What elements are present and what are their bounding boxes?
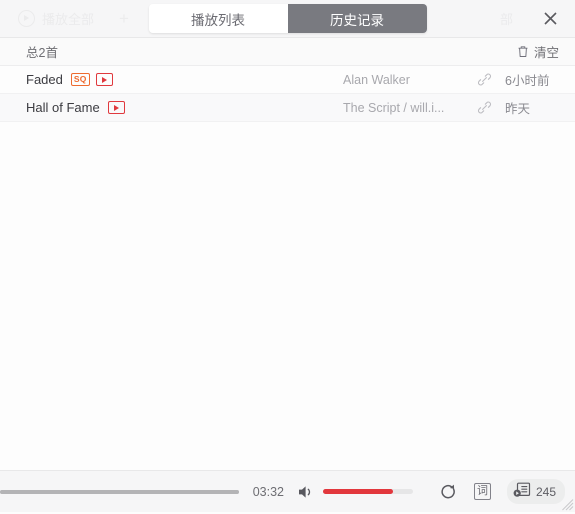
play-all-ghost-control[interactable]: 播放全部 + bbox=[18, 0, 129, 37]
clear-history-label: 清空 bbox=[533, 46, 559, 60]
list-toolbar: 总2首 清空 bbox=[0, 38, 575, 66]
history-list[interactable]: Faded SQ Alan Walker 6小时前 Hall of Fame T… bbox=[0, 66, 575, 470]
sq-quality-badge: SQ bbox=[70, 73, 90, 86]
table-row[interactable]: Hall of Fame The Script / will.i... 昨天 bbox=[0, 94, 575, 122]
played-time: 昨天 bbox=[505, 102, 531, 116]
volume-icon bbox=[297, 484, 316, 500]
link-icon bbox=[477, 72, 492, 87]
repeat-mode-button[interactable] bbox=[439, 483, 458, 501]
song-badges bbox=[107, 101, 125, 114]
close-icon bbox=[543, 12, 557, 25]
tab-history[interactable]: 历史记录 bbox=[287, 4, 427, 33]
song-title: Faded bbox=[26, 72, 63, 87]
progress-track bbox=[0, 489, 239, 494]
repeat-icon bbox=[439, 483, 458, 501]
lyrics-button[interactable]: 词 bbox=[473, 483, 491, 500]
playback-time: 03:32 bbox=[252, 484, 284, 499]
tab-playlist[interactable]: 播放列表 bbox=[148, 4, 288, 33]
mv-play-icon[interactable] bbox=[107, 101, 125, 114]
song-artist: The Script / will.i... bbox=[343, 100, 445, 115]
player-bar: 03:32 词 245 bbox=[0, 470, 575, 512]
clear-history-button[interactable]: 清空 bbox=[517, 42, 559, 61]
table-row[interactable]: Faded SQ Alan Walker 6小时前 bbox=[0, 66, 575, 94]
song-artist: Alan Walker bbox=[343, 72, 410, 87]
volume-fill bbox=[322, 489, 394, 494]
play-circle-icon bbox=[18, 10, 35, 27]
window-resize-handle[interactable] bbox=[562, 499, 574, 511]
progress-fill bbox=[0, 489, 239, 494]
player-controls: 词 245 bbox=[439, 479, 565, 504]
share-link-button[interactable] bbox=[471, 100, 497, 115]
tab-group: 播放列表 历史记录 bbox=[148, 4, 427, 33]
playlist-icon bbox=[513, 482, 531, 501]
song-badges: SQ bbox=[70, 73, 113, 86]
window-header: 播放全部 + 播放列表 历史记录 部 bbox=[0, 0, 575, 38]
music-player-window: 播放全部 + 播放列表 历史记录 部 总2首 清空 Faded SQ Alan … bbox=[0, 0, 575, 512]
play-all-label: 播放全部 bbox=[42, 12, 95, 27]
add-icon[interactable]: + bbox=[119, 10, 129, 27]
close-button[interactable] bbox=[535, 0, 565, 37]
volume-track bbox=[322, 489, 413, 494]
volume-slider[interactable] bbox=[322, 471, 413, 513]
current-playlist-button[interactable]: 245 bbox=[506, 479, 565, 504]
link-icon bbox=[477, 100, 492, 115]
total-count-label: 总2首 bbox=[26, 46, 58, 60]
mv-play-icon[interactable] bbox=[95, 73, 113, 86]
played-time: 6小时前 bbox=[505, 74, 550, 88]
volume-button[interactable] bbox=[296, 481, 318, 503]
song-title: Hall of Fame bbox=[26, 100, 100, 115]
trash-icon bbox=[517, 45, 529, 58]
playlist-count-label: 245 bbox=[535, 484, 556, 499]
playback-progress-slider[interactable] bbox=[0, 471, 239, 513]
collect-all-ghost-label[interactable]: 部 bbox=[500, 0, 513, 37]
share-link-button[interactable] bbox=[471, 72, 497, 87]
